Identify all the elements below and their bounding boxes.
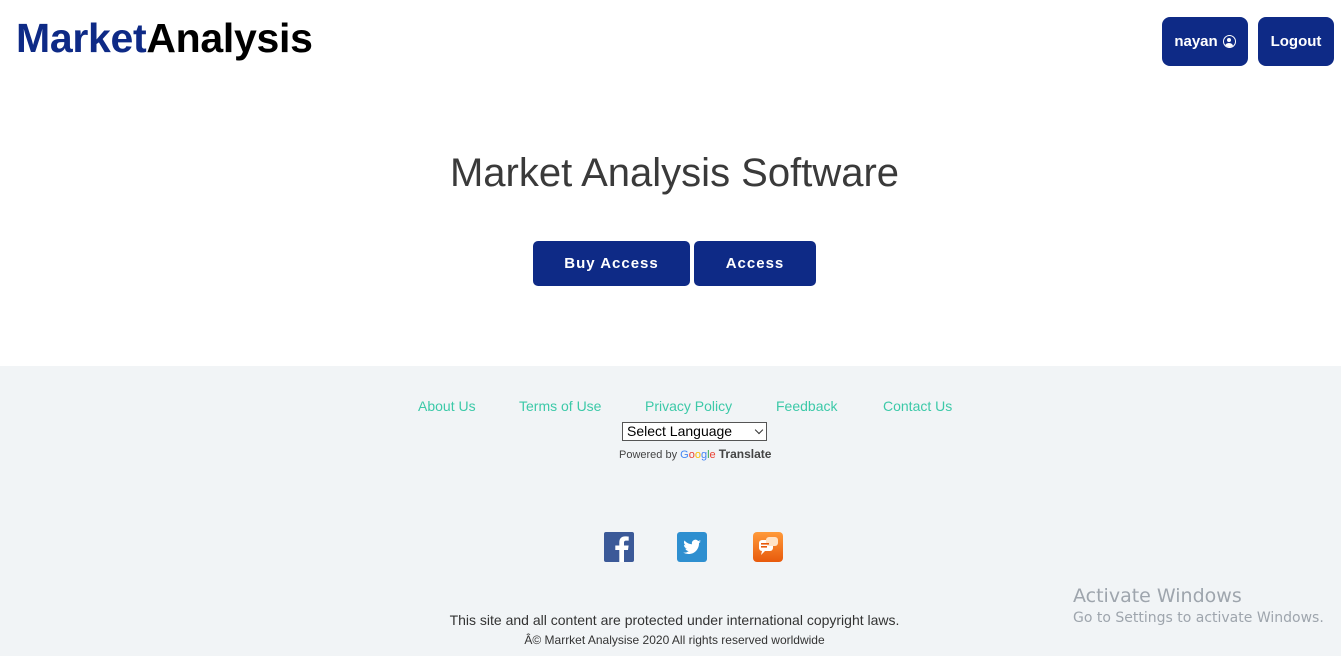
blogger-icon-graphic [753,532,783,562]
google-letter-g: G [680,449,689,461]
google-logo-icon[interactable]: Google [680,449,716,461]
chevron-down-icon [754,425,764,435]
windows-activation-title: Activate Windows [1073,585,1242,607]
language-select[interactable]: Select Language [622,422,767,441]
logo-part-analysis: Analysis [146,15,313,61]
site-logo[interactable]: MarketAnalysis [16,12,313,64]
page-title: Market Analysis Software [449,151,900,195]
facebook-icon[interactable] [603,531,635,563]
google-letter-e: e [709,449,716,461]
facebook-icon-graphic [604,532,634,562]
footer-link-about-us[interactable]: About Us [418,398,476,414]
footer-link-terms-of-use[interactable]: Terms of Use [519,398,601,414]
footer-link-feedback[interactable]: Feedback [776,398,837,414]
page: MarketAnalysis nayan Logout Market Analy… [0,0,1341,656]
copyright-line: Â© Marrket Analysise 2020 All rights res… [524,633,825,647]
access-button[interactable]: Access [694,241,816,286]
powered-by-label: Powered by [619,449,678,461]
user-profile-button[interactable]: nayan [1162,17,1248,66]
footer-link-privacy-policy[interactable]: Privacy Policy [645,398,732,414]
logo-part-market: Market [16,15,147,61]
twitter-icon[interactable] [676,531,708,563]
blogger-icon[interactable] [752,531,784,563]
translate-label[interactable]: Translate [719,447,772,461]
windows-activation-subtitle: Go to Settings to activate Windows. [1073,610,1324,626]
google-translate-attribution: Powered by Google Translate [619,447,771,461]
footer-link-contact-us[interactable]: Contact Us [883,398,952,414]
footer-nav: About Us Terms of Use Privacy Policy Fee… [0,398,1341,418]
language-select-value: Select Language [627,423,733,439]
header: MarketAnalysis nayan Logout [0,0,1341,80]
user-circle-icon [1222,35,1236,48]
logout-button[interactable]: Logout [1258,17,1334,66]
username-label: nayan [1174,33,1218,50]
twitter-icon-graphic [677,532,707,562]
buy-access-button[interactable]: Buy Access [533,241,690,286]
